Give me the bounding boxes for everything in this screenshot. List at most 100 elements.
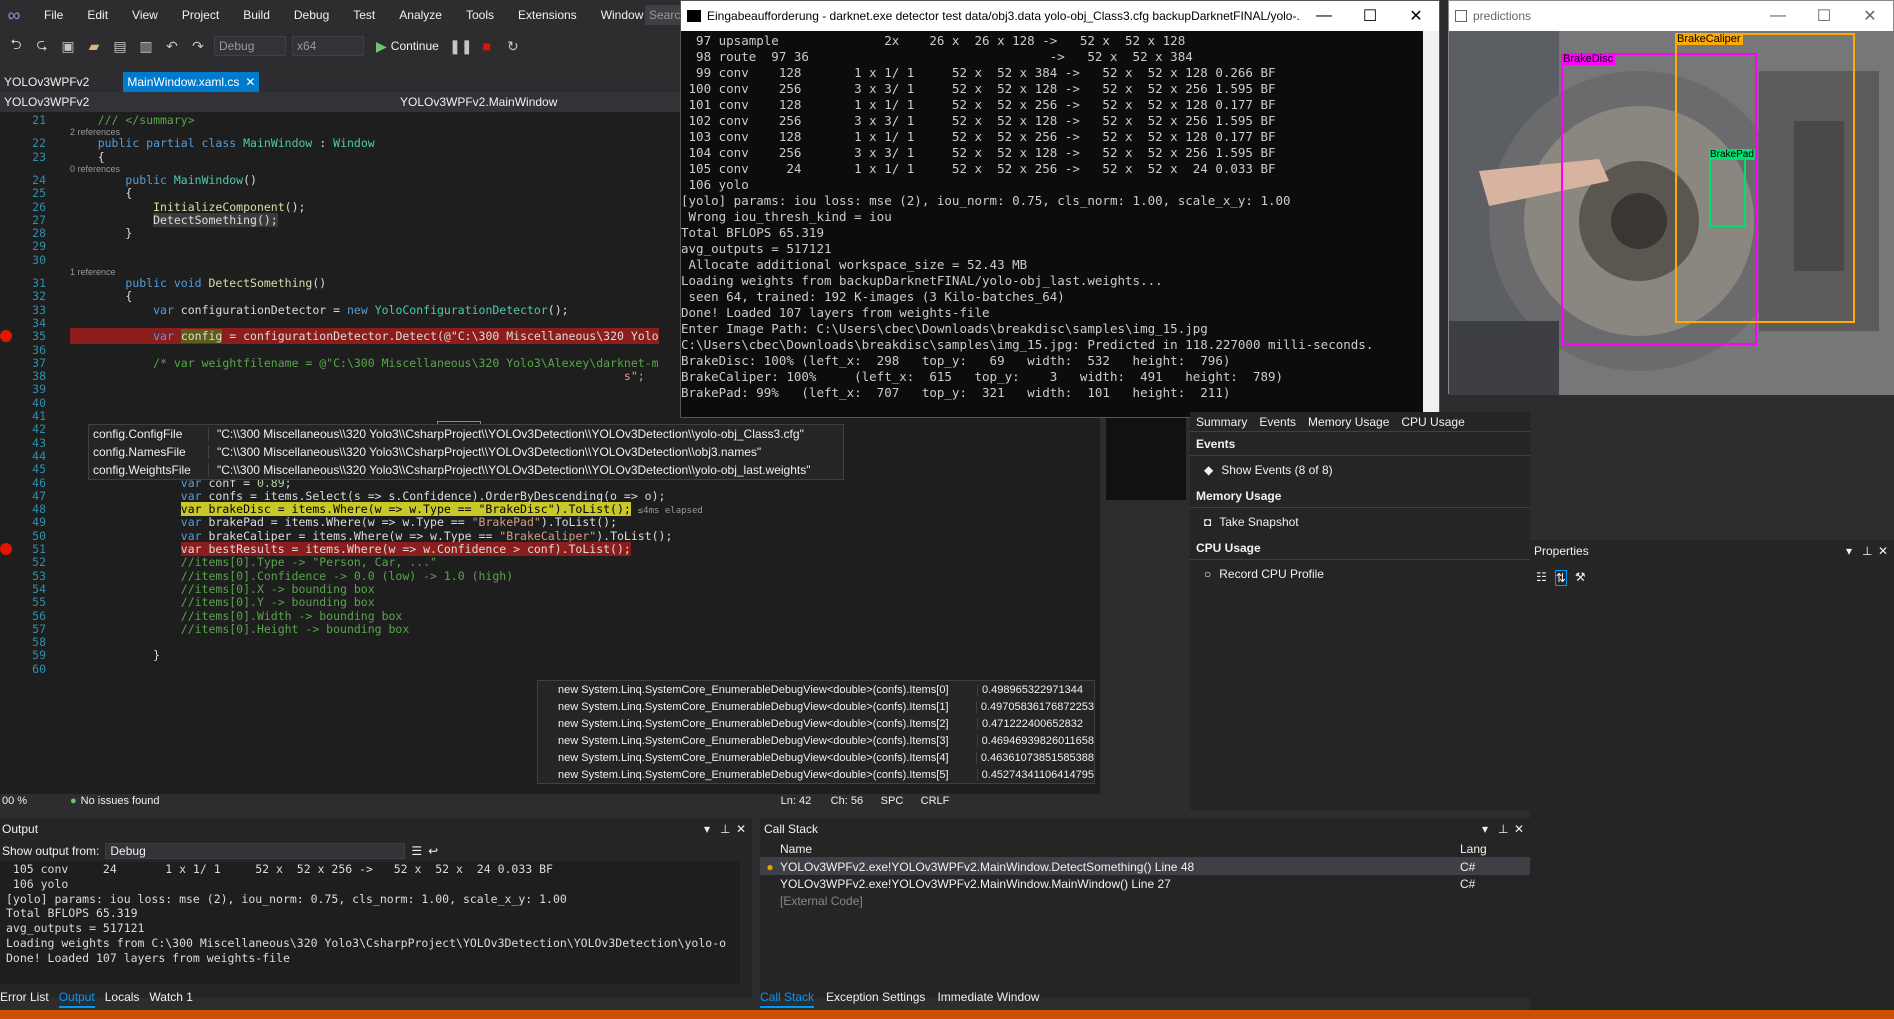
alphabetical-icon[interactable]: ⇅ (1554, 570, 1567, 586)
output-title: Output (2, 822, 39, 836)
console-window[interactable]: Eingabeaufforderung - darknet.exe detect… (680, 0, 1440, 419)
call-stack-row[interactable]: YOLOv3WPFv2.exe!YOLOv3WPFv2.MainWindow.M… (760, 875, 1530, 892)
label-brakecaliper: BrakeCaliper (1675, 33, 1743, 45)
new-project-icon[interactable]: ▣ (58, 36, 78, 56)
tab-locals[interactable]: Locals (105, 990, 140, 1008)
chevron-down-icon[interactable]: ▾ (1846, 544, 1862, 558)
datatip-row[interactable]: new System.Linq.SystemCore_EnumerableDeb… (538, 698, 1094, 715)
datatip-name: new System.Linq.SystemCore_EnumerableDeb… (538, 700, 977, 713)
tab-error-list[interactable]: Error List (0, 990, 49, 1008)
col-name[interactable]: Name (760, 842, 1460, 856)
menu-file[interactable]: File (32, 0, 75, 30)
tab-cpu-usage[interactable]: CPU Usage (1401, 415, 1464, 429)
close-icon[interactable]: ✕ (1514, 822, 1530, 836)
search-box[interactable]: Searc (645, 5, 685, 25)
restart-icon[interactable]: ↻ (503, 36, 523, 56)
chevron-down-icon[interactable]: ▾ (1482, 822, 1498, 836)
editor-minimap[interactable] (1106, 412, 1186, 500)
save-icon[interactable]: ▤ (110, 36, 130, 56)
open-folder-icon[interactable]: ▰ (84, 36, 104, 56)
tab-mainwindow-xaml-cs[interactable]: MainWindow.xaml.cs ✕ (123, 72, 260, 92)
line-ending[interactable]: CRLF (921, 795, 950, 807)
word-wrap-icon[interactable]: ↩ (428, 844, 438, 858)
datatip-row[interactable]: config.ConfigFile "C:\\300 Miscellaneous… (89, 425, 843, 443)
datatip-name: config.NamesFile (89, 445, 209, 459)
menu-project[interactable]: Project (170, 0, 231, 30)
pause-icon[interactable]: ❚❚ (449, 36, 472, 56)
tab-memory-usage[interactable]: Memory Usage (1308, 415, 1389, 429)
menu-tools[interactable]: Tools (454, 0, 506, 30)
column-number: Ch: 56 (830, 795, 864, 807)
tab-events[interactable]: Events (1259, 415, 1296, 429)
close-icon[interactable]: ✕ (1847, 6, 1893, 26)
predictions-title-bar[interactable]: predictions — ☐ ✕ (1449, 1, 1893, 31)
minimize-icon[interactable]: — (1301, 7, 1347, 25)
chevron-down-icon[interactable]: ▾ (704, 822, 720, 836)
minimize-icon[interactable]: — (1755, 7, 1801, 25)
close-icon[interactable]: ✕ (1393, 6, 1439, 26)
clear-all-icon[interactable]: ☰ (411, 844, 422, 858)
col-lang[interactable]: Lang (1460, 842, 1487, 856)
menu-test[interactable]: Test (341, 0, 387, 30)
issues-status[interactable]: No issues found (81, 795, 781, 807)
tab-summary[interactable]: Summary (1196, 415, 1247, 429)
close-icon[interactable]: ✕ (1878, 544, 1894, 558)
call-stack-row[interactable]: [External Code] (760, 892, 1530, 909)
console-line: [yolo] params: iou loss: mse (2), iou_no… (681, 193, 1291, 208)
datatip-row[interactable]: new System.Linq.SystemCore_EnumerableDeb… (538, 732, 1094, 749)
frame-name: [External Code] (780, 893, 863, 908)
document-tabs: YOLOv3WPFv2 MainWindow.xaml.cs ✕ (0, 72, 690, 92)
record-icon: ○ (1204, 567, 1212, 581)
menu-extensions[interactable]: Extensions (506, 0, 589, 30)
continue-button[interactable]: ▶ Continue (370, 38, 445, 55)
datatip-row[interactable]: new System.Linq.SystemCore_EnumerableDeb… (538, 715, 1094, 732)
close-icon[interactable]: ✕ (245, 72, 255, 92)
predictions-window[interactable]: predictions — ☐ ✕ BrakeDisc BrakeCaliper… (1448, 0, 1894, 395)
stop-icon[interactable]: ■ (477, 36, 497, 56)
redo-icon[interactable]: ↷ (188, 36, 208, 56)
maximize-icon[interactable]: ☐ (1347, 6, 1393, 26)
pin-icon[interactable]: ⊥ (1862, 544, 1878, 558)
datatip-row[interactable]: config.WeightsFile "C:\\300 Miscellaneou… (89, 461, 843, 479)
forward-icon[interactable]: ⮎ (32, 36, 52, 56)
tab-exception-settings[interactable]: Exception Settings (826, 990, 925, 1008)
undo-icon[interactable]: ↶ (162, 36, 182, 56)
nav-project-dropdown[interactable]: YOLOv3WPFv2 (0, 95, 400, 109)
back-icon[interactable]: ⮌ (6, 36, 26, 56)
datatip-row[interactable]: new System.Linq.SystemCore_EnumerableDeb… (538, 681, 1094, 698)
console-title-bar[interactable]: Eingabeaufforderung - darknet.exe detect… (681, 1, 1439, 31)
menu-view[interactable]: View (120, 0, 170, 30)
maximize-icon[interactable]: ☐ (1801, 6, 1847, 26)
nav-type-dropdown[interactable]: YOLOv3WPFv2.MainWindow (400, 95, 557, 109)
datatip-row[interactable]: new System.Linq.SystemCore_EnumerableDeb… (538, 766, 1094, 783)
whitespace-mode[interactable]: SPC (881, 795, 921, 807)
zoom-level[interactable]: 00 % (0, 795, 70, 807)
record-cpu-button[interactable]: ○ Record CPU Profile (1190, 560, 1530, 588)
wrench-icon[interactable]: ⚒ (1575, 570, 1586, 586)
menu-analyze[interactable]: Analyze (387, 0, 454, 30)
datatip-row[interactable]: config.NamesFile "C:\\300 Miscellaneous\… (89, 443, 843, 461)
menu-edit[interactable]: Edit (75, 0, 120, 30)
close-icon[interactable]: ✕ (736, 822, 752, 836)
categorized-icon[interactable]: ☷ (1536, 570, 1547, 586)
output-source-select[interactable]: Debug (105, 843, 406, 859)
pin-icon[interactable]: ⊥ (720, 822, 736, 836)
menu-debug[interactable]: Debug (282, 0, 341, 30)
save-all-icon[interactable]: ▥ (136, 36, 156, 56)
tab-immediate-window[interactable]: Immediate Window (937, 990, 1039, 1008)
tab-watch-1[interactable]: Watch 1 (149, 990, 193, 1008)
console-line: 104 conv 256 3 x 3/ 1 52 x 52 x 128 -> 5… (681, 145, 1276, 160)
menu-build[interactable]: Build (231, 0, 282, 30)
datatip-row[interactable]: new System.Linq.SystemCore_EnumerableDeb… (538, 749, 1094, 766)
tab-call-stack[interactable]: Call Stack (760, 990, 815, 1008)
tab-project[interactable]: YOLOv3WPFv2 (0, 72, 93, 92)
call-stack-panel: Call Stack ▾ ⊥ ✕ Name Lang ● YOLOv3WPFv2… (760, 818, 1530, 998)
console-scrollbar[interactable] (1423, 31, 1439, 419)
take-snapshot-button[interactable]: ◘ Take Snapshot (1190, 508, 1530, 536)
solution-config-select[interactable]: Debug (214, 36, 286, 56)
tab-output[interactable]: Output (58, 990, 95, 1008)
pin-icon[interactable]: ⊥ (1498, 822, 1514, 836)
call-stack-row[interactable]: ● YOLOv3WPFv2.exe!YOLOv3WPFv2.MainWindow… (760, 858, 1530, 875)
platform-select[interactable]: x64 (292, 36, 364, 56)
show-events-button[interactable]: ◆ Show Events (8 of 8) (1190, 456, 1530, 484)
